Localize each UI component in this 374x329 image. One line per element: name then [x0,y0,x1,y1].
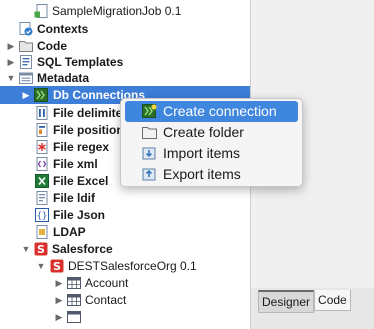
file-json-label: File Json [53,208,106,222]
expand-arrow-icon[interactable]: ▶ [54,291,64,309]
db-connections-icon [34,88,48,102]
folder-icon [142,127,157,139]
file-positional-icon [36,123,48,137]
ldap-icon [36,225,48,239]
job-icon [34,4,48,18]
tree-item-account[interactable]: ▶ Account [0,274,250,292]
file-excel-label: File Excel [53,174,109,188]
ldap-label: LDAP [53,225,86,239]
file-xml-label: File xml [53,157,98,171]
tab-designer[interactable]: Designer [258,290,315,313]
collapse-arrow-icon[interactable]: ▼ [36,257,46,275]
collapse-arrow-icon[interactable]: ▼ [6,69,16,87]
file-delimited-icon [36,106,48,120]
tree-item-metadata[interactable]: ▼ Metadata [0,69,250,87]
file-json-icon: {} [35,208,49,222]
table-icon [67,294,81,306]
metadata-icon [19,72,33,84]
contact-label: Contact [85,293,127,307]
salesforce-icon: S [34,242,48,256]
sql-templates-icon [20,55,32,69]
folder-icon [19,41,33,52]
salesforce-label: Salesforce [52,242,113,256]
svg-text:S: S [37,243,45,256]
tree-item-dest-salesforce-org[interactable]: ▼ S DESTSalesforceOrg 0.1 [0,257,250,275]
table-icon [67,277,81,289]
expand-arrow-icon[interactable]: ▶ [21,86,31,104]
export-items-label: Export items [163,166,241,182]
editor-tabs: Designer Code [258,290,351,313]
salesforce-icon: S [50,259,64,273]
file-regex-icon [36,140,48,154]
account-label: Account [85,276,129,290]
metadata-label: Metadata [37,71,90,85]
file-regex-label: File regex [53,140,110,154]
import-icon [142,147,156,160]
job-label: SampleMigrationJob 0.1 [52,4,182,18]
context-menu: Create connection Create folder Import i… [120,98,303,187]
contexts-icon [19,22,33,36]
file-positional-label: File position [53,123,124,137]
create-connection-icon [142,104,157,118]
menu-item-export-items[interactable]: Export items [125,164,298,185]
tree-item-file-ldif[interactable]: File ldif [0,189,250,207]
tree-item-file-json[interactable]: {} File Json [0,206,250,224]
svg-text:{}: {} [37,212,48,222]
menu-item-import-items[interactable]: Import items [125,143,298,164]
tree-item-ldap[interactable]: LDAP [0,223,250,241]
file-ldif-label: File ldif [53,191,95,205]
menu-item-create-connection[interactable]: Create connection [125,101,298,122]
tree-item-partial[interactable]: ▶ [0,308,250,326]
import-items-label: Import items [163,145,241,161]
file-xml-icon [36,157,48,171]
expand-arrow-icon[interactable]: ▶ [54,274,64,292]
tree-item-contexts[interactable]: Contexts [0,20,250,38]
tree-item-job[interactable]: SampleMigrationJob 0.1 [0,2,250,20]
create-folder-label: Create folder [163,124,244,140]
file-delimited-label: File delimite [53,106,123,120]
tab-code[interactable]: Code [314,290,351,311]
create-connection-label: Create connection [163,103,277,119]
export-icon [142,168,156,181]
table-icon [67,311,81,323]
menu-item-create-folder[interactable]: Create folder [125,122,298,143]
tree-item-contact[interactable]: ▶ Contact [0,291,250,309]
collapse-arrow-icon[interactable]: ▼ [21,240,31,258]
file-excel-icon [35,174,49,188]
svg-text:S: S [53,260,61,273]
tree-item-salesforce[interactable]: ▼ S Salesforce [0,240,250,258]
contexts-label: Contexts [37,22,89,36]
dest-salesforce-org-label: DESTSalesforceOrg 0.1 [68,259,197,273]
expand-arrow-icon[interactable]: ▶ [54,308,64,326]
file-ldif-icon [36,191,48,205]
